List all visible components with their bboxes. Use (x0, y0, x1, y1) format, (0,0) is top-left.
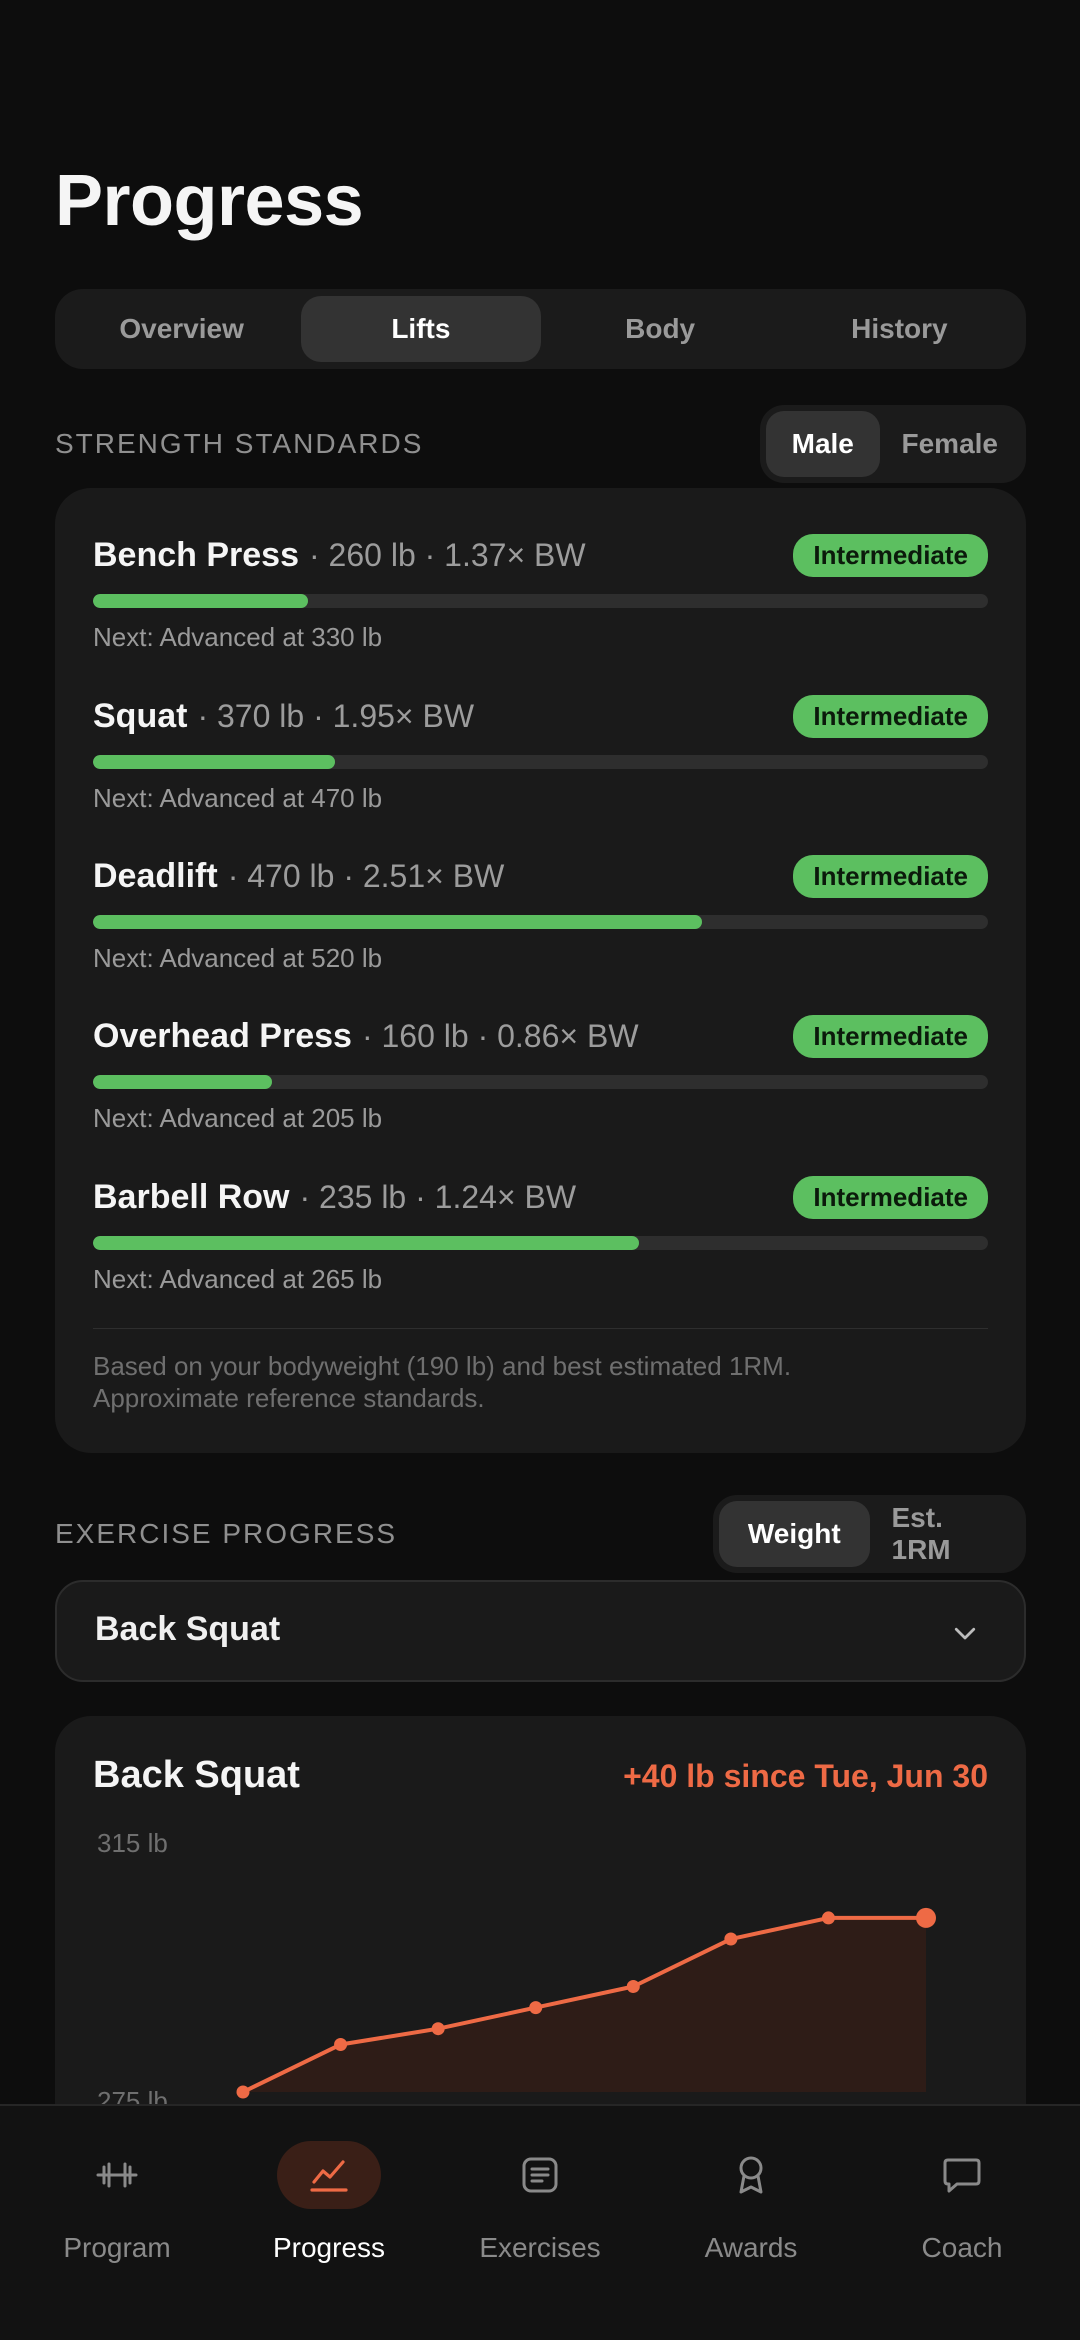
progress-bar (93, 594, 988, 608)
lift-stats: · 260 lb · 1.37× BW (309, 536, 586, 573)
gender-female-option[interactable]: Female (880, 411, 1021, 477)
nav-item-exercises[interactable]: Exercises (432, 2106, 648, 2340)
progress-bar (93, 755, 988, 769)
divider (93, 1328, 988, 1329)
nav-label: Coach (921, 2232, 1003, 2263)
lift-name: Bench Press (93, 535, 299, 574)
gender-toggle: Male Female (760, 405, 1026, 483)
next-level-text: Next: Advanced at 330 lb (93, 622, 383, 652)
metric-weight-option[interactable]: Weight (719, 1501, 870, 1567)
data-point[interactable] (236, 2085, 250, 2099)
strength-standards-label: STRENGTH STANDARDS (55, 428, 424, 459)
main-tabs: Overview Lifts Body History (55, 289, 1026, 369)
lift-stats: · 235 lb · 1.24× BW (299, 1178, 577, 1215)
data-point[interactable] (626, 1980, 640, 1993)
level-badge: Intermediate (793, 1015, 988, 1058)
lift-row: Bench Press · 260 lb · 1.37× BW Intermed… (93, 530, 988, 652)
nav-item-awards[interactable]: Awards (643, 2106, 859, 2340)
lift-name: Deadlift (93, 856, 218, 895)
exercise-select[interactable]: Back Squat (55, 1580, 1026, 1682)
progress-bar-fill (93, 594, 308, 608)
nav-label: Progress (272, 2232, 386, 2263)
level-badge: Intermediate (793, 534, 988, 577)
lift-row: Squat · 370 lb · 1.95× BW Intermediate N… (93, 691, 988, 813)
exercise-progress-label: EXERCISE PROGRESS (55, 1518, 398, 1549)
level-badge: Intermediate (793, 1176, 988, 1219)
chat-icon (943, 2158, 981, 2193)
chevron-down-icon (954, 1627, 976, 1640)
data-point[interactable] (821, 1911, 835, 1925)
tab-lifts[interactable]: Lifts (301, 296, 541, 362)
data-point[interactable] (724, 1932, 738, 1946)
tab-overview[interactable]: Overview (62, 296, 301, 362)
lift-row: Barbell Row · 235 lb · 1.24× BW Intermed… (93, 1172, 988, 1294)
footnote-line: Based on your bodyweight (190 lb) and be… (93, 1351, 792, 1381)
lift-stats: · 160 lb · 0.86× BW (361, 1017, 639, 1054)
lift-stats: · 370 lb · 1.95× BW (197, 697, 475, 734)
metric-1rm-option[interactable]: Est. 1RM (870, 1501, 1021, 1567)
trend-chart-icon (310, 2160, 348, 2192)
lift-name: Barbell Row (93, 1177, 290, 1216)
tab-body[interactable]: Body (541, 296, 780, 362)
award-icon (739, 2156, 763, 2194)
data-point[interactable] (431, 2022, 445, 2036)
lift-name: Squat (93, 696, 188, 735)
lift-row: Overhead Press · 160 lb · 0.86× BW Inter… (93, 1011, 988, 1133)
progress-bar (93, 915, 988, 929)
lift-row: Deadlift · 470 lb · 2.51× BW Intermediat… (93, 851, 988, 973)
metric-toggle: Weight Est. 1RM (713, 1495, 1026, 1573)
progress-bar (93, 1075, 988, 1089)
footnote-line: Approximate reference standards. (93, 1383, 485, 1413)
progress-bar-fill (93, 915, 702, 929)
next-level-text: Next: Advanced at 470 lb (93, 783, 383, 813)
exercise-select-value: Back Squat (95, 1610, 281, 1648)
list-icon (522, 2157, 558, 2193)
data-point[interactable] (334, 2038, 348, 2052)
dumbbell-icon (96, 2162, 138, 2188)
progress-bar-fill (93, 1075, 272, 1089)
nav-item-progress[interactable]: Progress (221, 2106, 437, 2340)
gender-male-option[interactable]: Male (766, 411, 880, 477)
data-point[interactable] (916, 1907, 936, 1928)
nav-label: Program (63, 2232, 171, 2263)
standards-footnote: Based on your bodyweight (190 lb) and be… (93, 1350, 988, 1414)
nav-item-coach[interactable]: Coach (854, 2106, 1070, 2340)
nav-label: Awards (704, 2232, 798, 2263)
progress-bar-fill (93, 755, 335, 769)
tab-history[interactable]: History (780, 296, 1019, 362)
strength-standards-card: Bench Press · 260 lb · 1.37× BW Intermed… (55, 488, 1026, 1453)
next-level-text: Next: Advanced at 205 lb (93, 1103, 383, 1133)
chart-area-fill (243, 1917, 926, 2092)
bottom-navigation: Program Progress Exercises Awards Coach (0, 2104, 1080, 2340)
progress-bar-fill (93, 1236, 639, 1250)
next-level-text: Next: Advanced at 520 lb (93, 943, 383, 973)
level-badge: Intermediate (793, 695, 988, 738)
lift-name: Overhead Press (93, 1016, 352, 1055)
level-badge: Intermediate (793, 855, 988, 898)
nav-item-program[interactable]: Program (9, 2106, 225, 2340)
page-title: Progress (55, 161, 364, 241)
data-point[interactable] (529, 2001, 543, 2015)
next-level-text: Next: Advanced at 265 lb (93, 1264, 383, 1294)
nav-label: Exercises (479, 2232, 601, 2263)
lift-stats: · 470 lb · 2.51× BW (227, 857, 505, 894)
progress-bar (93, 1236, 988, 1250)
